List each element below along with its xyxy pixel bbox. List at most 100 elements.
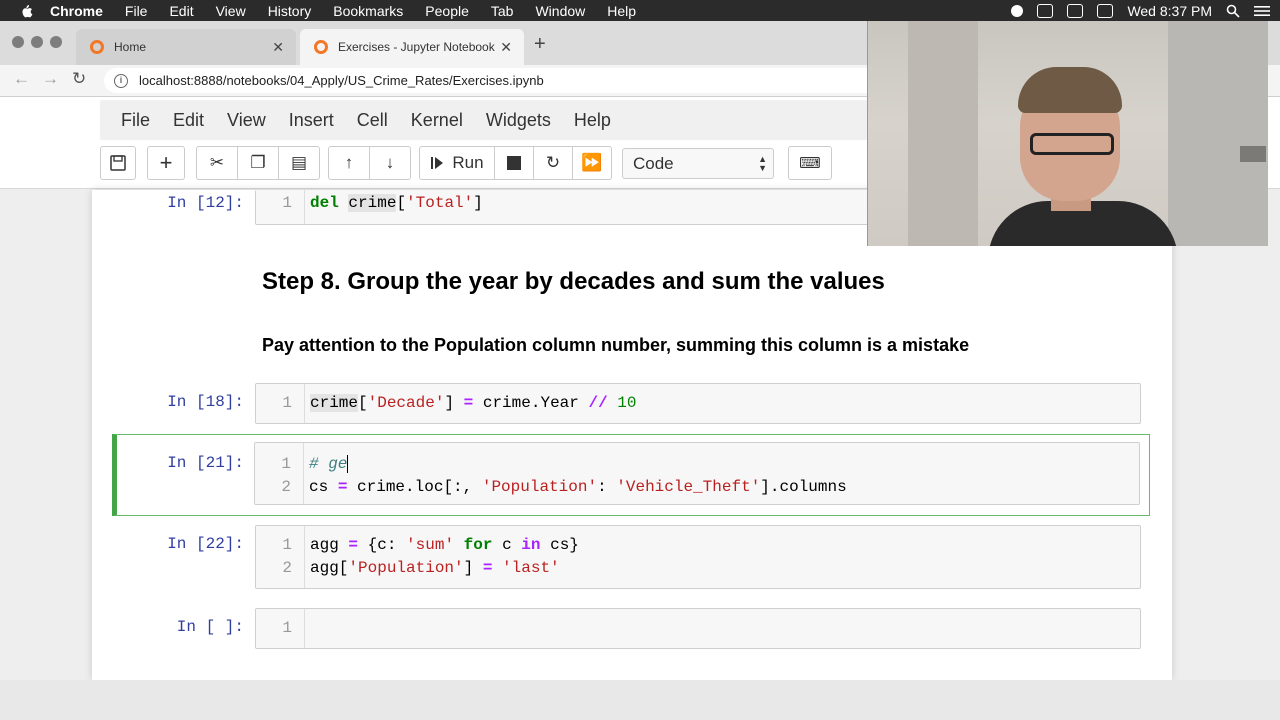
cell-type-select[interactable]: Code ▲ ▼ xyxy=(622,148,774,179)
menu-bookmarks[interactable]: Bookmarks xyxy=(333,3,403,19)
insert-cell-button[interactable]: + xyxy=(147,146,185,180)
run-label: Run xyxy=(452,153,484,172)
code-input[interactable]: 1 2 agg = {c: 'sum' for c in cs} agg['Po… xyxy=(255,525,1141,589)
jupyter-menu-help[interactable]: Help xyxy=(574,110,611,131)
tab-title: Home xyxy=(114,40,147,54)
webcam-person-hair xyxy=(1018,67,1122,113)
jupyter-menu-kernel[interactable]: Kernel xyxy=(411,110,463,131)
window-bottom-edge xyxy=(0,680,1280,720)
code-line[interactable]: # ge xyxy=(309,455,349,473)
jupyter-favicon-icon xyxy=(90,40,104,54)
menu-edit[interactable]: Edit xyxy=(169,3,193,19)
stop-icon xyxy=(507,156,521,170)
code-input[interactable]: 1 crime['Decade'] = crime.Year // 10 xyxy=(255,383,1141,424)
code-cell-empty[interactable]: In [ ]: 1 xyxy=(114,608,1150,650)
arrow-down-icon: ↓ xyxy=(385,153,395,172)
volume-icon[interactable] xyxy=(1067,3,1084,18)
markdown-heading: Step 8. Group the year by decades and su… xyxy=(262,268,885,295)
line-number: 1 xyxy=(281,455,291,473)
macos-menu-bar: Chrome File Edit View History Bookmarks … xyxy=(0,0,1280,21)
keyboard-icon: ⌨ xyxy=(799,155,821,172)
code-input[interactable]: 1 2 # ge cs = crime.loc[:, 'Population':… xyxy=(254,442,1140,505)
fast-forward-icon: ⏩ xyxy=(581,153,603,172)
code-line[interactable]: del crime['Total'] xyxy=(310,194,483,212)
tab-exercises[interactable]: Exercises - Jupyter Notebook ✕ xyxy=(300,29,524,65)
wifi-icon[interactable] xyxy=(1037,3,1054,18)
menu-people[interactable]: People xyxy=(425,3,469,19)
code-cell-selected[interactable]: In [21]: 1 2 # ge cs = crime.loc[:, 'Pop… xyxy=(112,434,1150,516)
jupyter-menu-edit[interactable]: Edit xyxy=(173,110,204,131)
refresh-icon: ↻ xyxy=(545,153,561,172)
record-icon[interactable] xyxy=(1011,4,1024,17)
code-line[interactable]: agg['Population'] = 'last' xyxy=(310,559,560,577)
menu-clock[interactable]: Wed 8:37 PM xyxy=(1127,3,1212,19)
save-button[interactable] xyxy=(100,146,136,180)
window-minimize-button[interactable] xyxy=(31,36,43,48)
copy-button[interactable]: ❐ xyxy=(237,146,279,180)
url-text[interactable]: localhost:8888/notebooks/04_Apply/US_Cri… xyxy=(139,73,544,88)
webcam-background-vent xyxy=(1240,146,1266,162)
input-prompt: In [21]: xyxy=(167,454,244,472)
line-number: 2 xyxy=(281,478,291,496)
copy-icon: ❐ xyxy=(250,153,266,172)
back-arrow-icon[interactable]: ← xyxy=(13,69,30,89)
battery-icon[interactable] xyxy=(1097,3,1114,18)
menu-file[interactable]: File xyxy=(125,3,148,19)
status-area: Wed 8:37 PM xyxy=(1011,0,1270,21)
jupyter-menu-file[interactable]: File xyxy=(121,110,150,131)
menu-history[interactable]: History xyxy=(268,3,312,19)
cell-type-value: Code xyxy=(633,153,674,173)
webcam-background-wall xyxy=(1168,21,1268,246)
line-number: 1 xyxy=(282,619,292,637)
interrupt-button[interactable] xyxy=(494,146,534,180)
line-number: 1 xyxy=(282,194,292,212)
reload-icon[interactable]: ↻ xyxy=(72,69,86,89)
notebook-container[interactable]: In [12]: 1 del crime['Total'] Step 8. Gr… xyxy=(0,190,1280,680)
restart-run-all-button[interactable]: ⏩ xyxy=(572,146,612,180)
paste-button[interactable]: ▤ xyxy=(278,146,320,180)
menu-window[interactable]: Window xyxy=(535,3,585,19)
menu-view[interactable]: View xyxy=(216,3,246,19)
window-zoom-button[interactable] xyxy=(50,36,62,48)
markdown-subheading: Pay attention to the Population column n… xyxy=(262,335,970,355)
arrow-up-icon: ↑ xyxy=(344,153,354,172)
forward-arrow-icon[interactable]: → xyxy=(42,69,59,89)
input-prompt: In [ ]: xyxy=(176,618,244,636)
notification-center-icon[interactable] xyxy=(1254,5,1270,17)
command-palette-button[interactable]: ⌨ xyxy=(788,146,832,180)
menu-help[interactable]: Help xyxy=(607,3,636,19)
jupyter-menu-widgets[interactable]: Widgets xyxy=(486,110,551,131)
window-close-button[interactable] xyxy=(12,36,24,48)
new-tab-plus-icon[interactable]: + xyxy=(534,33,546,56)
code-line[interactable]: crime['Decade'] = crime.Year // 10 xyxy=(310,394,636,412)
cut-button[interactable]: ✂ xyxy=(196,146,238,180)
close-icon[interactable]: ✕ xyxy=(272,39,284,56)
webcam-overlay xyxy=(867,21,1268,246)
spotlight-search-icon[interactable] xyxy=(1226,4,1240,18)
restart-button[interactable]: ↻ xyxy=(533,146,573,180)
jupyter-menu-view[interactable]: View xyxy=(227,110,266,131)
line-number: 1 xyxy=(282,394,292,412)
tab-home[interactable]: Home ✕ xyxy=(76,29,296,65)
code-line[interactable]: cs = crime.loc[:, 'Population': 'Vehicle… xyxy=(309,478,847,496)
jupyter-menu-cell[interactable]: Cell xyxy=(357,110,388,131)
move-down-button[interactable]: ↓ xyxy=(369,146,411,180)
run-button[interactable]: Run xyxy=(419,146,495,180)
code-cell[interactable]: In [18]: 1 crime['Decade'] = crime.Year … xyxy=(114,383,1150,425)
code-cell[interactable]: In [22]: 1 2 agg = {c: 'sum' for c in cs… xyxy=(114,525,1150,591)
menu-app-name[interactable]: Chrome xyxy=(50,3,103,19)
notebook-page: In [12]: 1 del crime['Total'] Step 8. Gr… xyxy=(92,190,1172,680)
apple-icon[interactable] xyxy=(18,3,34,19)
code-line[interactable]: agg = {c: 'sum' for c in cs} xyxy=(310,536,579,554)
jupyter-menu-insert[interactable]: Insert xyxy=(289,110,334,131)
close-icon[interactable]: ✕ xyxy=(500,39,512,56)
step-forward-icon xyxy=(431,157,444,169)
plus-icon: + xyxy=(159,150,173,175)
menu-tab[interactable]: Tab xyxy=(491,3,514,19)
webcam-person-glasses xyxy=(1030,133,1114,155)
input-prompt: In [18]: xyxy=(167,393,244,411)
input-prompt: In [22]: xyxy=(167,535,244,553)
site-info-icon[interactable]: i xyxy=(114,73,128,88)
code-input[interactable]: 1 xyxy=(255,608,1141,649)
move-up-button[interactable]: ↑ xyxy=(328,146,370,180)
